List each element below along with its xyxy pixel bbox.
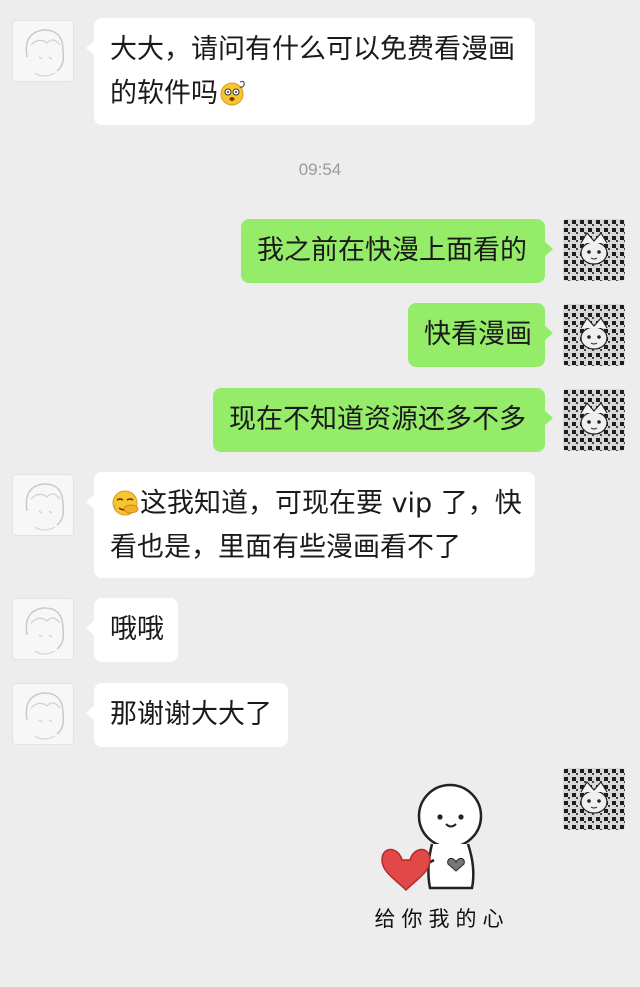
message-bubble[interactable]: 我之前在快漫上面看的 bbox=[241, 219, 553, 283]
facepalm-crying-emoji-icon bbox=[112, 490, 139, 516]
message-bubble[interactable]: 现在不知道资源还多不多 bbox=[213, 388, 553, 452]
message-text: 看也是，里面有些漫画看不了 bbox=[110, 532, 461, 563]
message-text: 这我知道，可现在要 vip 了，快 bbox=[140, 488, 522, 519]
pattern-avatar-icon bbox=[563, 768, 625, 830]
message-text: 快看漫画 bbox=[424, 319, 532, 350]
message-text: 现在不知道资源还多不多 bbox=[229, 404, 526, 435]
pattern-avatar-icon bbox=[563, 219, 625, 281]
message-bubble[interactable]: 快看漫画 bbox=[408, 303, 553, 367]
message-text: 的软件吗 bbox=[110, 78, 218, 109]
contact-avatar[interactable] bbox=[12, 474, 74, 536]
contact-avatar[interactable] bbox=[12, 20, 74, 82]
my-avatar[interactable] bbox=[563, 219, 625, 281]
anime-sketch-avatar-icon bbox=[25, 607, 65, 655]
my-avatar[interactable] bbox=[563, 389, 625, 451]
sticker-caption: 给你我的心 bbox=[374, 907, 510, 931]
dizzy-face-emoji-icon bbox=[220, 80, 245, 106]
message-bubble[interactable]: 哦哦 bbox=[86, 598, 178, 662]
anime-sketch-avatar-icon bbox=[25, 692, 65, 740]
message-text: 大大，请问有什么可以免费看漫画 bbox=[110, 34, 515, 65]
pattern-avatar-icon bbox=[563, 389, 625, 451]
contact-avatar[interactable] bbox=[12, 683, 74, 745]
message-bubble[interactable]: 大大，请问有什么可以免费看漫画 的软件吗 bbox=[86, 18, 535, 125]
message-text: 哦哦 bbox=[110, 614, 164, 645]
anime-sketch-avatar-icon bbox=[25, 29, 65, 77]
anime-sketch-avatar-icon bbox=[25, 483, 65, 531]
my-avatar[interactable] bbox=[563, 768, 625, 830]
message-text: 我之前在快漫上面看的 bbox=[257, 235, 527, 266]
chat-view[interactable]: 大大，请问有什么可以免费看漫画 的软件吗 09:54 我之前在快漫上面看的 快看… bbox=[0, 0, 640, 987]
pattern-avatar-icon bbox=[563, 304, 625, 366]
my-avatar[interactable] bbox=[563, 304, 625, 366]
message-text: 那谢谢大大了 bbox=[110, 699, 272, 730]
message-bubble[interactable]: 那谢谢大大了 bbox=[86, 683, 288, 747]
contact-avatar[interactable] bbox=[12, 598, 74, 660]
message-bubble[interactable]: 这我知道，可现在要 vip 了，快 看也是，里面有些漫画看不了 bbox=[86, 472, 535, 578]
timestamp: 09:54 bbox=[298, 160, 342, 179]
